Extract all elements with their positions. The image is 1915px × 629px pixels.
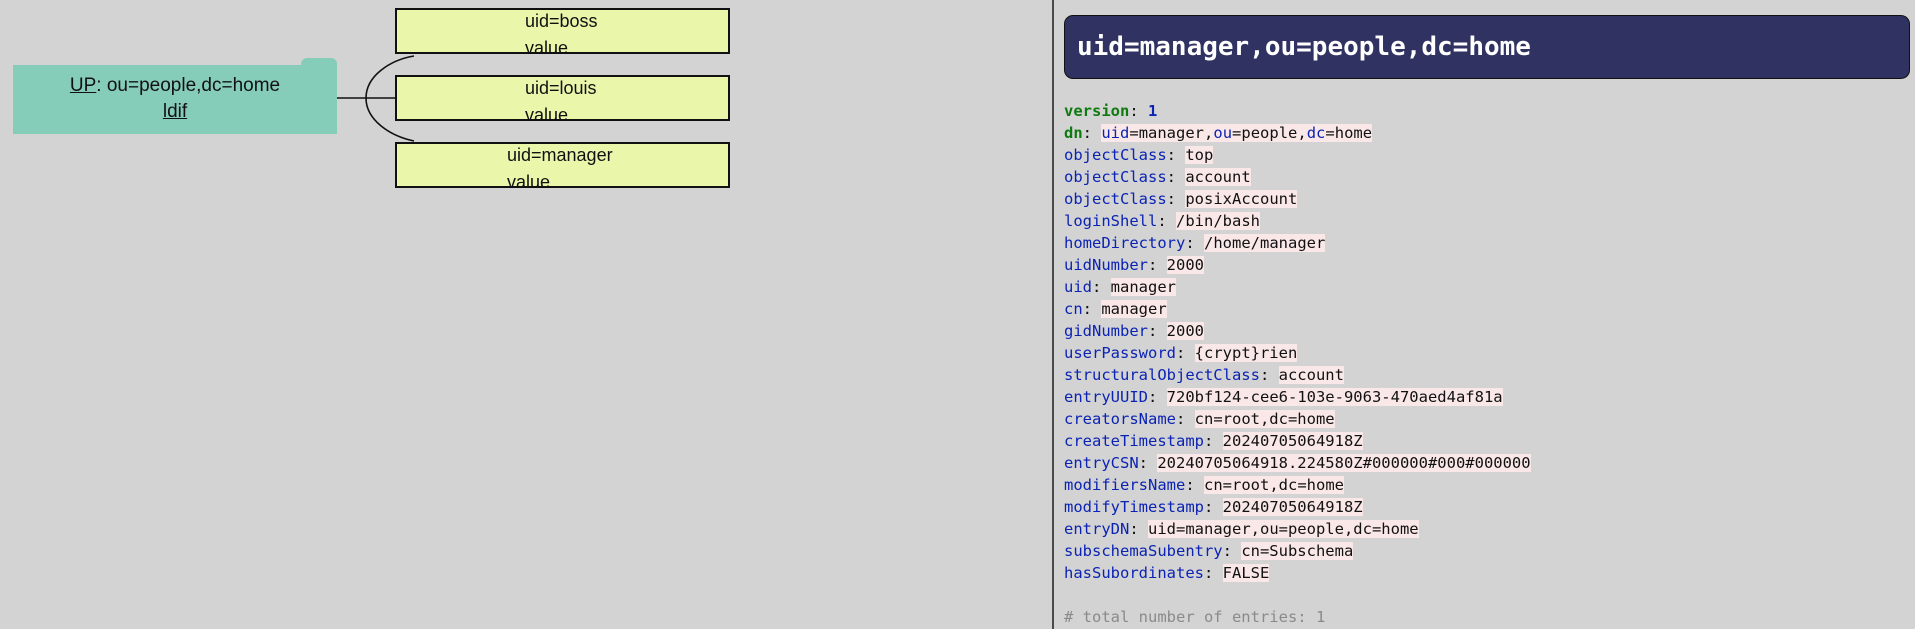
attribute-line: objectClass: posixAccount bbox=[1064, 190, 1298, 208]
attribute-value: /home/manager bbox=[1204, 234, 1326, 252]
dn-attr: dc bbox=[1306, 124, 1326, 142]
attribute-line: objectClass: account bbox=[1064, 168, 1251, 186]
attribute-key: createTimestamp bbox=[1064, 432, 1204, 450]
attribute-line: loginShell: /bin/bash bbox=[1064, 212, 1260, 230]
dn-line: dn: uid=manager,ou=people,dc=home bbox=[1064, 124, 1373, 142]
child-uid: uid=manager bbox=[507, 145, 613, 165]
folder-body: UP: ou=people,dc=home ldif bbox=[13, 65, 337, 134]
dn-val: manager bbox=[1138, 124, 1205, 142]
attribute-value: cn=root,dc=home bbox=[1194, 410, 1335, 428]
attribute-line: modifiersName: cn=root,dc=home bbox=[1064, 476, 1344, 494]
child-uid: uid=louis bbox=[525, 78, 597, 98]
attribute-value: posixAccount bbox=[1185, 190, 1298, 208]
attribute-key: objectClass bbox=[1064, 168, 1167, 186]
dn-val: home bbox=[1334, 124, 1373, 142]
parent-folder-node[interactable]: UP: ou=people,dc=home ldif bbox=[13, 58, 337, 134]
attribute-line: structuralObjectClass: account bbox=[1064, 366, 1344, 384]
attribute-key: entryUUID bbox=[1064, 388, 1148, 406]
attribute-line: cn: manager bbox=[1064, 300, 1167, 318]
attribute-line: gidNumber: 2000 bbox=[1064, 322, 1204, 340]
attribute-key: subschemaSubentry bbox=[1064, 542, 1223, 560]
attribute-key: objectClass bbox=[1064, 146, 1167, 164]
attribute-line: creatorsName: cn=root,dc=home bbox=[1064, 410, 1335, 428]
footer-comment: # total number of entries: 1 bbox=[1064, 608, 1326, 626]
folder-dn-line: UP: ou=people,dc=home bbox=[13, 73, 337, 99]
attribute-value: account bbox=[1185, 168, 1251, 186]
attribute-line: entryUUID: 720bf124-cee6-103e-9063-470ae… bbox=[1064, 388, 1503, 406]
dn-attr: uid bbox=[1101, 124, 1130, 142]
attribute-line: createTimestamp: 20240705064918Z bbox=[1064, 432, 1363, 450]
entry-title: uid=manager,ou=people,dc=home bbox=[1077, 32, 1531, 62]
attribute-key: modifiersName bbox=[1064, 476, 1186, 494]
attribute-value: account bbox=[1278, 366, 1344, 384]
attribute-line: uidNumber: 2000 bbox=[1064, 256, 1204, 274]
attribute-value: 20240705064918Z bbox=[1222, 432, 1363, 450]
attribute-value: manager bbox=[1101, 300, 1167, 318]
child-node-manager[interactable]: uid=manager value bbox=[395, 142, 730, 192]
child-uid: uid=boss bbox=[525, 11, 598, 31]
attribute-value: 20240705064918Z bbox=[1222, 498, 1363, 516]
attribute-key: modifyTimestamp bbox=[1064, 498, 1204, 516]
attribute-line: uid: manager bbox=[1064, 278, 1176, 296]
entry-title-bar: uid=manager,ou=people,dc=home bbox=[1064, 15, 1910, 79]
attribute-value: 720bf124-cee6-103e-9063-470aed4af81a bbox=[1166, 388, 1503, 406]
attribute-line: subschemaSubentry: cn=Subschema bbox=[1064, 542, 1354, 560]
attribute-key: loginShell bbox=[1064, 212, 1158, 230]
child-node-boss[interactable]: uid=boss value bbox=[395, 8, 730, 58]
attribute-value: 20240705064918.224580Z#000000#000#000000 bbox=[1157, 454, 1531, 472]
attribute-key: structuralObjectClass bbox=[1064, 366, 1260, 384]
attribute-key: creatorsName bbox=[1064, 410, 1176, 428]
attribute-line: hasSubordinates: FALSE bbox=[1064, 564, 1270, 582]
attribute-value: 2000 bbox=[1166, 322, 1204, 340]
attribute-value: top bbox=[1185, 146, 1214, 164]
attribute-value: 2000 bbox=[1166, 256, 1204, 274]
attribute-line: entryDN: uid=manager,ou=people,dc=home bbox=[1064, 520, 1419, 538]
attribute-key: hasSubordinates bbox=[1064, 564, 1204, 582]
version-value: 1 bbox=[1148, 102, 1158, 120]
up-link[interactable]: UP bbox=[70, 75, 96, 96]
entry-panel: uid=manager,ou=people,dc=home version: 1… bbox=[1054, 0, 1915, 629]
child-value: value bbox=[525, 105, 569, 125]
dn-key: dn bbox=[1064, 124, 1083, 142]
attribute-value: cn=root,dc=home bbox=[1204, 476, 1344, 494]
version-key: version bbox=[1064, 102, 1130, 120]
child-node-louis[interactable]: uid=louis value bbox=[395, 75, 730, 125]
child-value: value bbox=[507, 172, 551, 192]
dn-val: people bbox=[1241, 124, 1298, 142]
attribute-list: objectClass: top objectClass: account obje… bbox=[1064, 144, 1531, 584]
attribute-value: {crypt}rien bbox=[1194, 344, 1298, 362]
attribute-key: userPassword bbox=[1064, 344, 1176, 362]
child-value: value bbox=[525, 38, 569, 58]
attribute-value: FALSE bbox=[1222, 564, 1270, 582]
ldif-content: version: 1 dn: uid=manager,ou=people,dc=… bbox=[1064, 100, 1531, 628]
attribute-value: /bin/bash bbox=[1176, 212, 1260, 230]
attribute-value: cn=Subschema bbox=[1241, 542, 1354, 560]
attribute-value: uid=manager,ou=people,dc=home bbox=[1148, 520, 1419, 538]
attribute-key: cn bbox=[1064, 300, 1083, 318]
attribute-key: entryDN bbox=[1064, 520, 1130, 538]
attribute-key: entryCSN bbox=[1064, 454, 1139, 472]
version-line: version: 1 bbox=[1064, 102, 1158, 120]
folder-dn: : ou=people,dc=home bbox=[96, 75, 281, 96]
attribute-value: manager bbox=[1110, 278, 1176, 296]
attribute-key: gidNumber bbox=[1064, 322, 1148, 340]
attribute-line: modifyTimestamp: 20240705064918Z bbox=[1064, 498, 1363, 516]
attribute-line: userPassword: {crypt}rien bbox=[1064, 344, 1298, 362]
ldif-link[interactable]: ldif bbox=[163, 101, 187, 122]
folder-ldif-line: ldif bbox=[13, 99, 337, 125]
attribute-key: objectClass bbox=[1064, 190, 1167, 208]
attribute-line: entryCSN: 20240705064918.224580Z#000000#… bbox=[1064, 454, 1531, 472]
attribute-key: homeDirectory bbox=[1064, 234, 1186, 252]
attribute-key: uid bbox=[1064, 278, 1092, 296]
dn-attr: ou bbox=[1213, 124, 1233, 142]
tree-panel: UP: ou=people,dc=home ldif uid=boss valu… bbox=[0, 0, 1052, 629]
attribute-key: uidNumber bbox=[1064, 256, 1148, 274]
attribute-line: homeDirectory: /home/manager bbox=[1064, 234, 1326, 252]
attribute-line: objectClass: top bbox=[1064, 146, 1214, 164]
